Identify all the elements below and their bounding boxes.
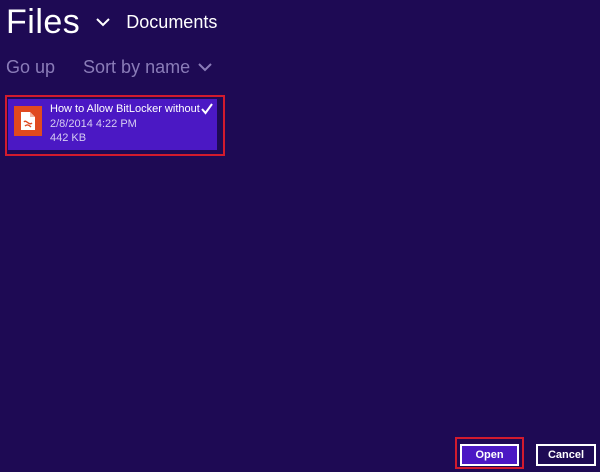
location-label[interactable]: Documents xyxy=(126,12,217,33)
file-picker-page: Files Documents Go up Sort by name How t… xyxy=(0,0,600,472)
cancel-button[interactable]: Cancel xyxy=(536,444,596,466)
chevron-down-icon[interactable] xyxy=(96,15,111,29)
file-name: How to Allow BitLocker without... xyxy=(50,103,200,115)
pdf-file-icon xyxy=(14,106,42,136)
header: Files Documents xyxy=(6,0,217,44)
go-up-button[interactable]: Go up xyxy=(6,57,55,78)
open-button[interactable]: Open xyxy=(460,444,519,466)
file-size: 442 KB xyxy=(50,132,87,144)
page-title: Files xyxy=(6,3,81,41)
file-date: 2/8/2014 4:22 PM xyxy=(50,118,137,130)
sort-label: Sort by name xyxy=(83,56,191,77)
navigation-bar: Go up Sort by name xyxy=(6,55,212,79)
checkmark-icon xyxy=(201,103,213,115)
sort-dropdown[interactable]: Sort by name xyxy=(83,57,212,78)
file-item[interactable]: How to Allow BitLocker without... 2/8/20… xyxy=(8,99,217,150)
chevron-down-icon xyxy=(198,60,212,74)
